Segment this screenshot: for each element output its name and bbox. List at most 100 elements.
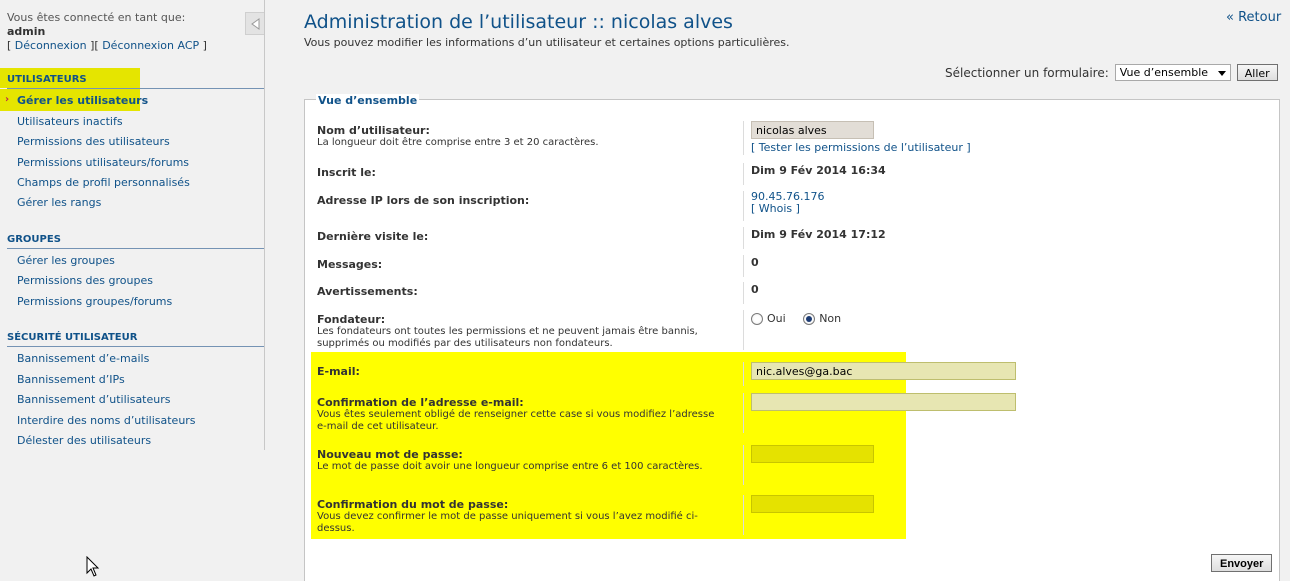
whois-link[interactable]: [ Whois ] bbox=[751, 203, 824, 215]
row-label: E-mail: bbox=[317, 366, 735, 378]
submit-button[interactable]: Envoyer bbox=[1211, 554, 1273, 572]
radio-icon bbox=[751, 312, 763, 325]
column-divider bbox=[743, 255, 744, 277]
radio-label: Oui bbox=[767, 312, 786, 325]
menu-section-users: UTILISATEURS bbox=[7, 73, 264, 89]
menu-section-title: GROUPES bbox=[7, 234, 61, 245]
radio-checked-icon bbox=[803, 312, 816, 325]
founder-yes-radio[interactable]: Oui bbox=[751, 312, 786, 325]
row-value: nicolas alves [ Tester les permissions d… bbox=[751, 121, 971, 154]
mouse-cursor-icon bbox=[86, 556, 100, 577]
back-link[interactable]: « Retour bbox=[1226, 10, 1281, 25]
menu-section-user-security: SÉCURITÉ UTILISATEUR bbox=[7, 331, 264, 347]
column-divider bbox=[743, 191, 744, 221]
column-divider bbox=[743, 163, 744, 185]
row-value: 90.45.76.176 [ Whois ] bbox=[751, 191, 824, 215]
menu-item-user-forum-permissions[interactable]: Permissions utilisateurs/forums bbox=[17, 156, 189, 170]
column-divider bbox=[743, 121, 744, 155]
collapse-sidebar-button[interactable] bbox=[245, 12, 265, 35]
email-confirm-input[interactable] bbox=[751, 393, 1016, 411]
row-value: 0 bbox=[751, 256, 759, 269]
login-label: Vous êtes connecté en tant que: bbox=[7, 11, 186, 24]
row-label: Fondateur: Les fondateurs ont toutes les… bbox=[317, 314, 717, 350]
logout-links: [ Déconnexion ][ Déconnexion ACP ] bbox=[7, 39, 207, 53]
column-divider bbox=[743, 362, 744, 386]
column-divider bbox=[743, 495, 744, 535]
arrow-left-icon bbox=[250, 17, 259, 30]
bracket-mid: ][ bbox=[90, 39, 99, 52]
last-visit-date: Dim 9 Fév 2014 17:12 bbox=[751, 228, 886, 241]
logout-acp-link[interactable]: Déconnexion ACP bbox=[102, 39, 199, 52]
column-divider bbox=[743, 445, 744, 485]
bracket-close: ] bbox=[202, 39, 207, 52]
menu-item-prune-users[interactable]: Délester des utilisateurs bbox=[17, 434, 151, 448]
login-info: Vous êtes connecté en tant que: admin [ … bbox=[7, 11, 207, 53]
posts-count: 0 bbox=[751, 256, 759, 269]
row-description: Vous êtes seulement obligé de renseigner… bbox=[317, 409, 715, 432]
menu-item-manage-ranks[interactable]: Gérer les rangs bbox=[17, 196, 101, 210]
new-password-input[interactable] bbox=[751, 445, 874, 463]
row-label: Nouveau mot de passe: Le mot de passe do… bbox=[317, 449, 717, 473]
menu-section-groups: GROUPES bbox=[7, 233, 264, 249]
row-title: Inscrit le: bbox=[317, 166, 376, 179]
bracket-open: [ bbox=[7, 39, 12, 52]
form-selector-label: Sélectionner un formulaire: bbox=[945, 65, 1109, 80]
row-value: 0 bbox=[751, 283, 759, 296]
row-label: Messages: bbox=[317, 259, 735, 271]
form-select-dropdown[interactable]: Vue d’ensemble bbox=[1114, 64, 1231, 81]
row-value: Dim 9 Fév 2014 17:12 bbox=[751, 228, 886, 241]
row-label: Nom d’utilisateur: La longueur doit être… bbox=[317, 125, 735, 149]
row-label: Avertissements: bbox=[317, 286, 735, 298]
row-description: Les fondateurs ont toutes les permission… bbox=[317, 326, 698, 349]
row-value bbox=[751, 495, 874, 513]
chevron-down-icon bbox=[1217, 71, 1226, 76]
founder-no-radio[interactable]: Non bbox=[803, 312, 841, 325]
logout-link[interactable]: Déconnexion bbox=[15, 39, 87, 52]
menu-item-user-permissions[interactable]: Permissions des utilisateurs bbox=[17, 135, 170, 149]
menu-item-group-permissions[interactable]: Permissions des groupes bbox=[17, 274, 153, 288]
password-confirm-input[interactable] bbox=[751, 495, 874, 513]
menu-item-disallow-usernames[interactable]: Interdire des noms d’utilisateurs bbox=[17, 414, 196, 428]
email-input[interactable]: nic.alves@ga.bac bbox=[751, 362, 1016, 380]
warnings-count: 0 bbox=[751, 283, 759, 296]
menu-item-label: Gérer les utilisateurs bbox=[17, 94, 149, 107]
radio-label: Non bbox=[819, 312, 842, 325]
row-title: Messages: bbox=[317, 258, 383, 271]
row-title: Nom d’utilisateur: bbox=[317, 124, 430, 137]
row-title: Confirmation du mot de passe: bbox=[317, 498, 509, 511]
form-select-value: Vue d’ensemble bbox=[1119, 66, 1209, 79]
row-description: Vous devez confirmer le mot de passe uni… bbox=[317, 511, 698, 534]
form-selector: Sélectionner un formulaire: Vue d’ensemb… bbox=[945, 64, 1278, 81]
menu-item-manage-users[interactable]: › Gérer les utilisateurs bbox=[5, 94, 149, 108]
row-value: nic.alves@ga.bac bbox=[751, 362, 1016, 380]
column-divider bbox=[743, 227, 744, 249]
row-value bbox=[751, 393, 1016, 411]
row-title: Nouveau mot de passe: bbox=[317, 448, 463, 461]
menu-section-title: SÉCURITÉ UTILISATEUR bbox=[7, 332, 138, 343]
username-input[interactable]: nicolas alves bbox=[751, 121, 874, 139]
row-title: Confirmation de l’adresse e-mail: bbox=[317, 396, 524, 409]
menu-item-ban-users[interactable]: Bannissement d’utilisateurs bbox=[17, 393, 171, 407]
row-label: Inscrit le: bbox=[317, 167, 735, 179]
menu-item-ban-ips[interactable]: Bannissement d’IPs bbox=[17, 373, 125, 387]
panel-legend: Vue d’ensemble bbox=[316, 94, 420, 107]
go-button[interactable]: Aller bbox=[1236, 64, 1278, 81]
active-arrow-icon: › bbox=[5, 94, 10, 105]
row-label: Confirmation du mot de passe: Vous devez… bbox=[317, 499, 732, 535]
login-username: admin bbox=[7, 25, 46, 38]
menu-item-group-forum-permissions[interactable]: Permissions groupes/forums bbox=[17, 295, 172, 309]
row-title: Adresse IP lors de son inscription: bbox=[317, 194, 530, 207]
column-divider bbox=[743, 310, 744, 350]
row-description: Le mot de passe doit avoir une longueur … bbox=[317, 461, 703, 472]
row-title: E-mail: bbox=[317, 365, 360, 378]
registered-date: Dim 9 Fév 2014 16:34 bbox=[751, 164, 886, 177]
sidebar: Vous êtes connecté en tant que: admin [ … bbox=[0, 0, 265, 581]
menu-item-inactive-users[interactable]: Utilisateurs inactifs bbox=[17, 115, 123, 129]
menu-item-ban-emails[interactable]: Bannissement d’e-mails bbox=[17, 352, 149, 366]
test-permissions-link[interactable]: [ Tester les permissions de l’utilisateu… bbox=[751, 141, 971, 154]
menu-item-custom-profile-fields[interactable]: Champs de profil personnalisés bbox=[17, 176, 190, 190]
row-value bbox=[751, 445, 874, 463]
column-divider bbox=[743, 282, 744, 304]
menu-item-manage-groups[interactable]: Gérer les groupes bbox=[17, 254, 115, 268]
menu-section-title: UTILISATEURS bbox=[7, 74, 87, 85]
